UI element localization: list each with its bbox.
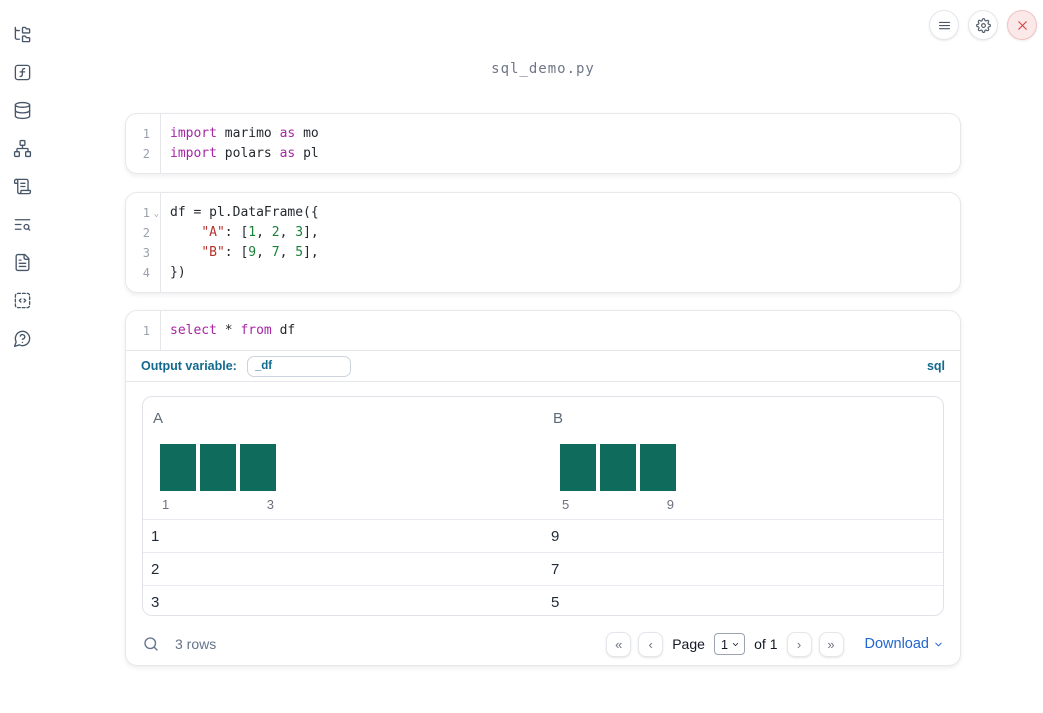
column-name: B	[553, 410, 564, 427]
helper-sidebar	[0, 0, 44, 713]
page-select-value: 1	[720, 636, 729, 652]
output-variable-row: Output variable: sql	[126, 350, 960, 382]
code-editor[interactable]: 1 import marimo as mo 2 import polars as pl	[126, 114, 960, 173]
table-cell: 1	[151, 527, 160, 545]
page-title: sql_demo.py	[491, 61, 595, 77]
file-tree-icon[interactable]	[11, 23, 33, 45]
table-footer: 3 rows « ‹ Page 1 of 1 › » Download	[142, 626, 944, 662]
download-button[interactable]: Download	[865, 636, 945, 652]
histogram-bar	[240, 444, 276, 491]
code-text: })	[170, 265, 186, 280]
row-count: 3 rows	[175, 636, 217, 652]
histogram-axis-labels: 59	[560, 497, 676, 512]
cell-output-area: A13B59 192735 3 rows « ‹ Page 1 of 1 › »…	[126, 396, 960, 683]
code-text: "B": [9, 7, 5],	[201, 245, 319, 260]
table-cell: 3	[151, 593, 160, 611]
line-number: 3	[142, 246, 150, 260]
line-number: 1 ⌄	[126, 203, 160, 223]
histogram-axis-label: 1	[162, 497, 170, 512]
chevron-down-icon	[935, 642, 942, 646]
table-header: A13B59	[143, 397, 943, 519]
histogram-bar	[560, 444, 596, 491]
column-histogram	[160, 444, 276, 491]
dataframe-table: A13B59 192735	[142, 396, 944, 616]
code-line[interactable]: 2 "A": [1, 2, 3],	[126, 223, 960, 243]
document-icon[interactable]	[11, 251, 33, 273]
download-label: Download	[864, 636, 930, 652]
code-line[interactable]: 2 import polars as pl	[126, 144, 960, 164]
output-variable-label: Output variable:	[141, 359, 237, 373]
dependency-graph-icon[interactable]	[11, 137, 33, 159]
histogram-axis-label: 5	[562, 497, 570, 512]
close-icon[interactable]	[1007, 10, 1037, 40]
histogram-axis-label: 3	[266, 497, 274, 512]
histogram-axis-label: 9	[666, 497, 674, 512]
code-editor[interactable]: 1 ⌄ df = pl.DataFrame({2 "A": [1, 2, 3], 3 …	[126, 193, 960, 292]
column-name: A	[153, 410, 164, 427]
histogram-bar	[160, 444, 196, 491]
column-header[interactable]: A13	[143, 397, 543, 519]
table-search[interactable]: 3 rows	[142, 635, 216, 653]
gear-icon[interactable]	[968, 10, 998, 40]
line-number: 4	[142, 266, 150, 280]
page-of-label: of 1	[754, 636, 778, 652]
code-line[interactable]: 1 ⌄ df = pl.DataFrame({	[126, 203, 960, 223]
fold-chevron-icon[interactable]: ⌄	[154, 204, 159, 224]
prev-page-button[interactable]: ‹	[638, 631, 664, 657]
scroll-log-icon[interactable]	[11, 175, 33, 197]
first-page-button[interactable]: «	[606, 631, 632, 657]
table-cell: 5	[551, 593, 560, 611]
notebook-main: sql_demo.py 1 import marimo as mo 2 import …	[125, 0, 961, 713]
line-number: 2	[142, 226, 150, 240]
code-text: "A": [1, 2, 3],	[201, 225, 319, 240]
text-search-icon[interactable]	[11, 213, 33, 235]
code-cell-imports[interactable]: 1 import marimo as mo 2 import polars as pl	[125, 113, 961, 174]
language-badge[interactable]: sql	[927, 359, 945, 373]
column-header[interactable]: B59	[543, 397, 943, 519]
database-icon[interactable]	[11, 99, 33, 121]
table-cell: 7	[551, 560, 560, 578]
chevron-down-icon	[732, 642, 739, 646]
code-line[interactable]: 1 import marimo as mo	[126, 124, 960, 144]
table-cell: 9	[551, 527, 560, 545]
help-icon[interactable]	[11, 327, 33, 349]
code-snippet-icon[interactable]	[11, 289, 33, 311]
histogram-bar	[640, 444, 676, 491]
page-select[interactable]: 1	[713, 633, 746, 655]
next-page-button[interactable]: ›	[786, 631, 812, 657]
line-number: 1	[142, 324, 150, 338]
table-row[interactable]: 27	[143, 552, 943, 585]
page-label: Page	[672, 636, 705, 652]
line-number: 2	[142, 147, 150, 161]
search-icon	[144, 637, 158, 651]
line-number: 1	[142, 127, 150, 141]
histogram-bar	[200, 444, 236, 491]
histogram-bar	[600, 444, 636, 491]
code-line[interactable]: 1 select * from df	[126, 321, 960, 341]
table-row[interactable]: 19	[143, 519, 943, 552]
column-histogram	[560, 444, 676, 491]
function-square-icon[interactable]	[11, 61, 33, 83]
code-line[interactable]: 3 "B": [9, 7, 5],	[126, 243, 960, 263]
code-text: df = pl.DataFrame({	[170, 205, 319, 220]
table-cell: 2	[151, 560, 160, 578]
output-variable-input[interactable]	[246, 355, 351, 377]
last-page-button[interactable]: »	[818, 631, 844, 657]
code-cell-dataframe[interactable]: 1 ⌄ df = pl.DataFrame({2 "A": [1, 2, 3], 3 …	[125, 192, 961, 293]
code-line[interactable]: 4})	[126, 263, 960, 283]
histogram-axis-labels: 13	[160, 497, 276, 512]
table-row[interactable]: 35	[143, 585, 943, 615]
code-text: import polars as pl	[170, 146, 319, 161]
table-body: 192735	[143, 519, 943, 615]
code-text: select * from df	[170, 323, 296, 338]
pagination: « ‹ Page 1 of 1 › » Download	[606, 631, 945, 657]
code-text: import marimo as mo	[170, 126, 319, 141]
code-editor[interactable]: 1 select * from df	[126, 311, 960, 350]
sql-cell[interactable]: 1 select * from df Output variable: sql A…	[125, 310, 961, 666]
